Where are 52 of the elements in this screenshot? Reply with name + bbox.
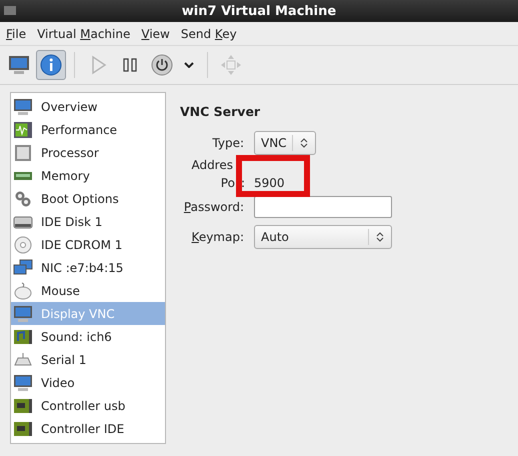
info-icon (39, 53, 63, 77)
sidebar-item[interactable]: Performance (11, 118, 165, 141)
disc-icon (13, 236, 33, 254)
sidebar-item[interactable]: Video (11, 371, 165, 394)
field-label: Keymap: (190, 230, 244, 244)
menu-item[interactable]: Send Key (176, 26, 241, 40)
menu-item[interactable]: View (137, 26, 174, 40)
expansion-card-icon (13, 396, 33, 414)
sidebar-item[interactable]: Controller usb (11, 394, 165, 417)
sidebar-item[interactable]: Sound: ich6 (11, 325, 165, 348)
section-heading: VNC Server (180, 104, 262, 119)
type-dropdown[interactable]: VNC (254, 131, 316, 155)
monitor-icon (13, 374, 33, 392)
expansion-card-icon (13, 420, 33, 438)
chip-icon (13, 144, 33, 162)
power-icon (150, 53, 174, 77)
field-label: Po (220, 176, 235, 190)
chevron-down-icon (184, 62, 194, 68)
sidebar-item[interactable]: Mouse (11, 279, 165, 302)
keymap-dropdown[interactable]: Auto (254, 225, 392, 249)
sidebar-item[interactable]: Processor (11, 141, 165, 164)
monitor-icon (13, 98, 33, 116)
menu-item[interactable]: File (2, 26, 30, 40)
menu-item[interactable]: Virtual Machine (33, 26, 134, 40)
password-field[interactable] (254, 196, 392, 218)
sidebar-item[interactable]: Boot Options (11, 187, 165, 210)
port-value: 5900 (254, 176, 285, 190)
colon-text: : (240, 176, 245, 190)
sidebar-item[interactable]: Memory (11, 164, 165, 187)
spinner-arrows-icon (376, 231, 384, 243)
sound-card-icon (13, 328, 33, 346)
network-icon (13, 258, 33, 276)
sidebar-item[interactable]: NIC :e7:b4:15 (11, 256, 165, 279)
sidebar-item[interactable]: IDE CDROM 1 (11, 233, 165, 256)
toolbar-button[interactable] (36, 50, 66, 80)
window-title: win7 Virtual Machine (182, 4, 336, 18)
field-label: Password: (182, 200, 244, 214)
sidebar-item[interactable]: Serial 1 (11, 348, 165, 371)
field-label: Type: (211, 136, 244, 150)
monitor-icon (13, 304, 33, 322)
graph-icon (13, 120, 33, 138)
sidebar-item[interactable]: Controller IDE (11, 417, 165, 440)
field-label: Addres (191, 158, 233, 172)
window-icon (4, 6, 16, 15)
gears-icon (13, 190, 33, 208)
move-arrows-icon (219, 53, 243, 77)
mouse-icon (13, 282, 33, 300)
sidebar-item[interactable]: Overview (11, 95, 165, 118)
spinner-arrows-icon (300, 137, 308, 149)
sidebar-item[interactable]: IDE Disk 1 (11, 210, 165, 233)
monitor-icon (7, 53, 31, 77)
serial-port-icon (13, 350, 33, 368)
